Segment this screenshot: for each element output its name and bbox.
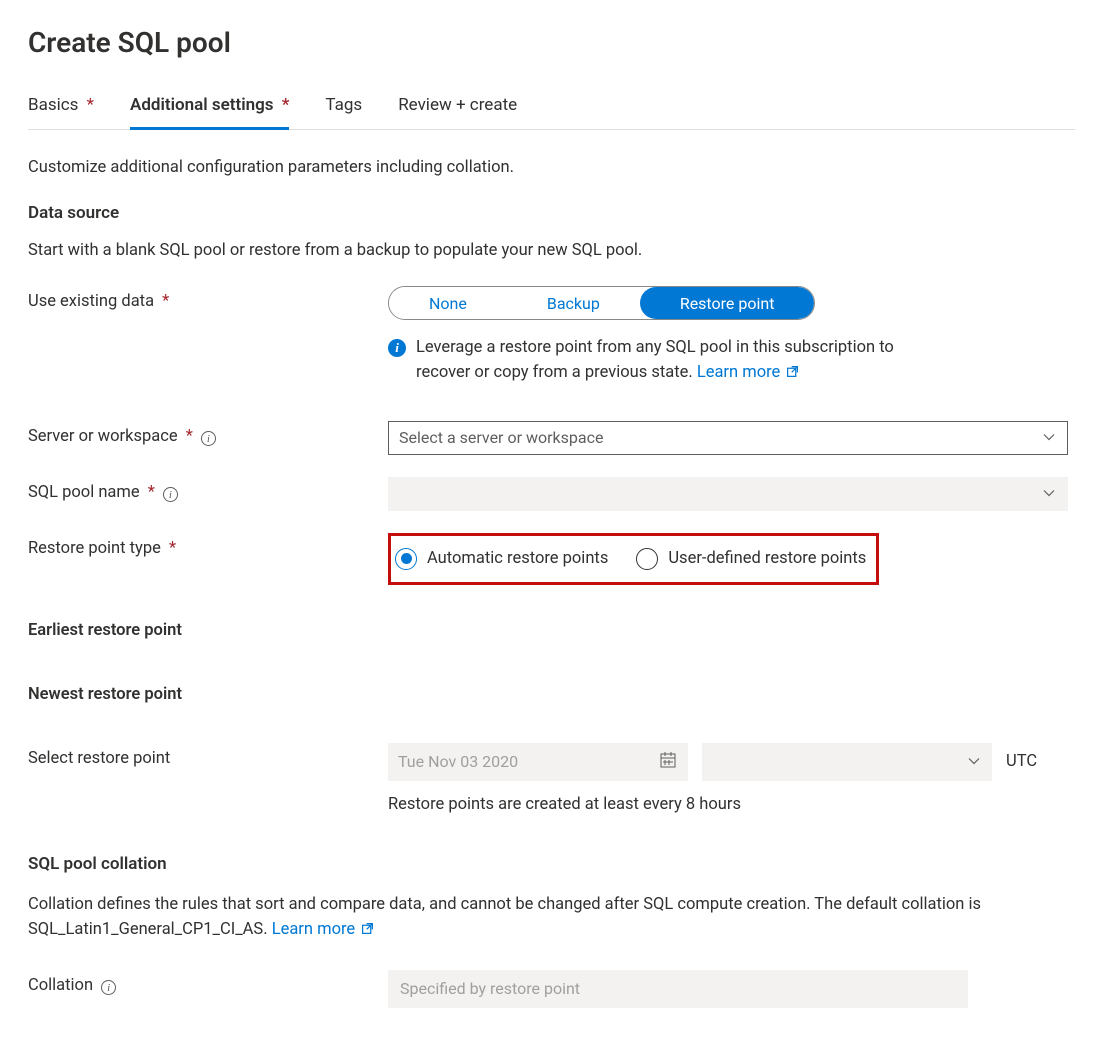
tab-tags[interactable]: Tags [325, 95, 362, 129]
link-text: Learn more [272, 920, 355, 939]
date-value: Tue Nov 03 2020 [398, 752, 518, 771]
label-text: Use existing data [28, 292, 154, 311]
restore-time-select[interactable] [702, 743, 992, 781]
required-asterisk-icon: * [87, 95, 94, 115]
chevron-down-icon [1043, 484, 1055, 503]
restore-point-type-label: Restore point type * [28, 533, 388, 558]
collation-input: Specified by restore point [388, 970, 968, 1008]
collation-value: Specified by restore point [400, 979, 580, 998]
radio-user-defined-restore[interactable]: User-defined restore points [636, 548, 866, 570]
chevron-down-icon [968, 752, 980, 771]
calendar-icon [660, 752, 676, 772]
label-text: Server or workspace [28, 427, 178, 446]
tab-additional-settings[interactable]: Additional settings * [130, 95, 289, 130]
radio-automatic-restore[interactable]: Automatic restore points [395, 548, 608, 570]
chevron-down-icon [1043, 428, 1055, 447]
option-none[interactable]: None [389, 287, 507, 319]
required-asterisk-icon: * [162, 292, 169, 311]
restore-date-input[interactable]: Tue Nov 03 2020 [388, 743, 688, 781]
newest-restore-label: Newest restore point [28, 679, 388, 704]
label-text: SQL pool name [28, 483, 140, 502]
option-restore-point[interactable]: Restore point [640, 287, 815, 319]
tab-review-create[interactable]: Review + create [398, 95, 517, 129]
external-link-icon [361, 918, 374, 944]
tab-label: Tags [325, 95, 362, 115]
tab-label: Review + create [398, 95, 517, 115]
server-workspace-label: Server or workspace * i [28, 421, 388, 447]
highlight-annotation: Automatic restore points User-defined re… [388, 533, 879, 585]
restore-frequency-note: Restore points are created at least ever… [388, 795, 1068, 814]
tab-basics[interactable]: Basics * [28, 95, 94, 129]
label-text: Restore point type [28, 539, 161, 558]
required-asterisk-icon: * [169, 539, 176, 558]
link-text: Learn more [697, 363, 780, 382]
sql-pool-name-label: SQL pool name * i [28, 477, 388, 503]
collation-label: Collation i [28, 970, 388, 996]
required-asterisk-icon: * [282, 95, 290, 115]
utc-label: UTC [1006, 752, 1037, 771]
radio-label: Automatic restore points [427, 549, 608, 568]
page-title: Create SQL pool [28, 26, 1075, 59]
radio-icon [395, 548, 417, 570]
data-source-heading: Data source [28, 203, 1075, 223]
info-icon[interactable]: i [201, 431, 216, 446]
tab-label: Basics [28, 95, 78, 115]
sql-pool-name-select[interactable] [388, 477, 1068, 511]
collation-heading: SQL pool collation [28, 854, 1075, 874]
select-restore-point-label: Select restore point [28, 743, 388, 768]
radio-icon [636, 548, 658, 570]
server-workspace-select[interactable]: Select a server or workspace [388, 421, 1068, 455]
required-asterisk-icon: * [186, 427, 193, 446]
desc-text: Collation defines the rules that sort an… [28, 895, 981, 940]
learn-more-link[interactable]: Learn more [697, 363, 800, 382]
tab-label: Additional settings [130, 95, 274, 115]
external-link-icon [786, 362, 799, 387]
collation-learn-more-link[interactable]: Learn more [272, 920, 375, 939]
radio-label: User-defined restore points [668, 549, 866, 568]
use-existing-data-label: Use existing data * [28, 286, 388, 311]
info-icon[interactable]: i [101, 980, 116, 995]
label-text: Collation [28, 976, 93, 995]
use-existing-data-toggle: None Backup Restore point [388, 286, 815, 320]
help-text: Leverage a restore point from any SQL po… [416, 338, 894, 382]
info-icon: i [388, 339, 406, 357]
placeholder-text: Select a server or workspace [399, 428, 603, 447]
collation-description: Collation defines the rules that sort an… [28, 892, 1075, 944]
info-icon[interactable]: i [163, 487, 178, 502]
restore-help: i Leverage a restore point from any SQL … [388, 336, 928, 387]
required-asterisk-icon: * [148, 483, 155, 502]
tabs-bar: Basics * Additional settings * Tags Revi… [28, 95, 1075, 130]
option-backup[interactable]: Backup [507, 287, 640, 319]
data-source-description: Start with a blank SQL pool or restore f… [28, 241, 1075, 260]
earliest-restore-label: Earliest restore point [28, 615, 388, 640]
intro-text: Customize additional configuration param… [28, 158, 1075, 177]
